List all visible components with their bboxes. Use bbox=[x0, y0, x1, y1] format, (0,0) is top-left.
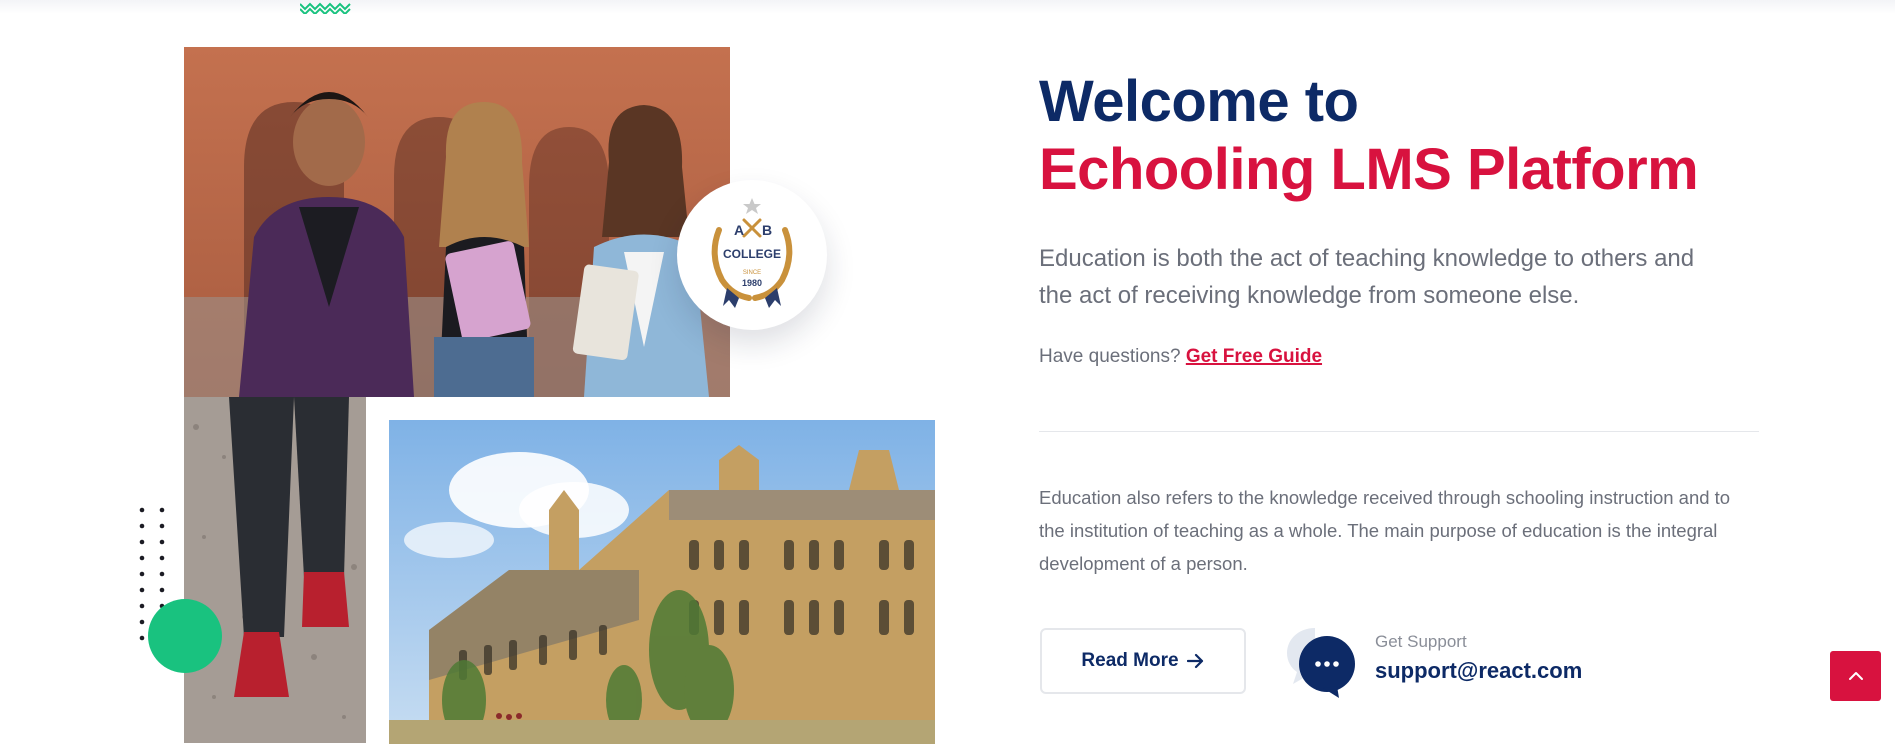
title-line-2: Echooling LMS Platform bbox=[1039, 137, 1699, 202]
chat-bubble-icon bbox=[1287, 628, 1355, 698]
badge-year: 1980 bbox=[742, 278, 762, 288]
badge-since: SINCE bbox=[743, 270, 761, 276]
body-paragraph: Education also refers to the knowledge r… bbox=[1039, 487, 1731, 574]
questions-label: Have questions? bbox=[1039, 346, 1181, 367]
college-building-photo bbox=[389, 420, 935, 744]
badge-letter-b: B bbox=[762, 222, 772, 238]
read-more-button[interactable]: Read More bbox=[1040, 628, 1246, 694]
support-email-link[interactable]: support@react.com bbox=[1375, 658, 1582, 684]
lead-paragraph: Education is both the act of teaching kn… bbox=[1039, 245, 1695, 309]
college-logo: A B COLLEGE SINCE 1980 bbox=[711, 198, 793, 308]
students-photo bbox=[184, 47, 730, 397]
title-line-1: Welcome to bbox=[1039, 69, 1359, 134]
page-title: Welcome to Echooling LMS Platform bbox=[1039, 68, 1699, 204]
get-free-guide-link[interactable]: Get Free Guide bbox=[1186, 346, 1322, 367]
scroll-to-top-button[interactable] bbox=[1830, 651, 1881, 701]
arrow-right-icon bbox=[1186, 653, 1203, 669]
section-divider bbox=[1039, 431, 1759, 432]
badge-letter-a: A bbox=[734, 222, 744, 238]
chevron-up-icon bbox=[1848, 672, 1863, 680]
zigzag-decoration bbox=[300, 2, 351, 14]
green-circle-decoration bbox=[148, 599, 222, 673]
support-label: Get Support bbox=[1375, 632, 1467, 651]
badge-word: COLLEGE bbox=[723, 247, 781, 261]
questions-line: Have questions? Get Free Guide bbox=[1039, 346, 1322, 368]
college-badge: A B COLLEGE SINCE 1980 bbox=[677, 180, 827, 330]
student-walking-photo bbox=[184, 397, 366, 743]
header-strip bbox=[0, 0, 1895, 14]
read-more-label: Read More bbox=[1081, 650, 1179, 671]
